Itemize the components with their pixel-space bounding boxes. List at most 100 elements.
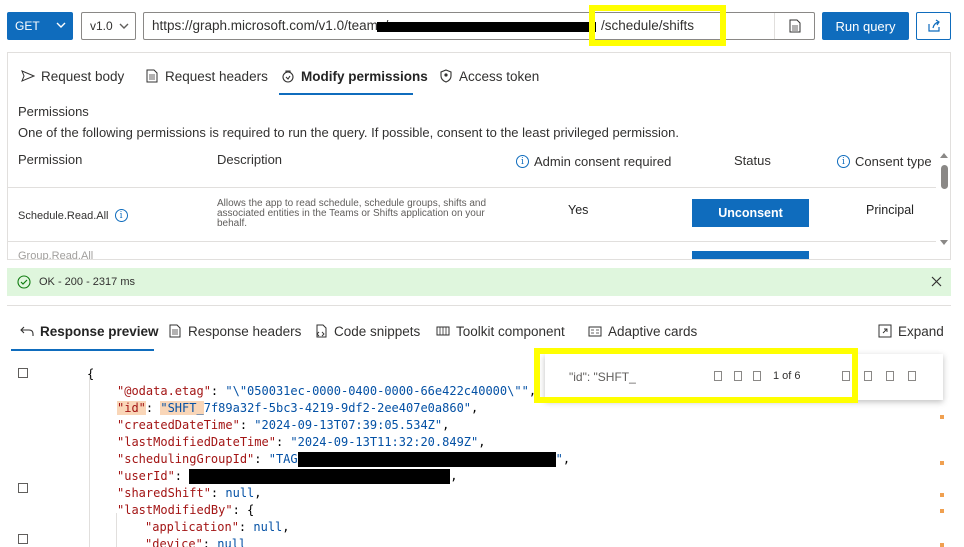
permission-description: Allows the app to read schedule, schedul… <box>217 198 487 229</box>
lock-shield-icon <box>282 70 294 83</box>
version-dropdown[interactable]: v1.0 <box>81 12 136 40</box>
code-line: "device": null <box>145 536 246 547</box>
code-line: { <box>87 366 94 383</box>
tab-response-headers[interactable]: Response headers <box>168 320 301 342</box>
code-line: "id": "SHFT_7f89a32f-5bc3-4219-9df2-2ee4… <box>117 401 479 415</box>
json-key: "createdDateTime" <box>117 418 240 432</box>
minimap-marker <box>940 415 944 419</box>
share-button[interactable] <box>916 12 951 40</box>
run-query-button[interactable]: Run query <box>822 12 909 40</box>
expand-icon <box>878 324 892 338</box>
code-line: "@odata.etag": "\"050031ec-0000-0400-000… <box>117 384 537 398</box>
header-label: Admin consent required <box>534 154 672 169</box>
expand-button[interactable]: Expand <box>878 320 944 342</box>
tab-modify-permissions[interactable]: Modify permissions <box>281 65 428 87</box>
tab-request-body[interactable]: Request body <box>21 65 124 87</box>
tab-label: Code snippets <box>334 323 421 339</box>
next-match-button[interactable] <box>864 371 872 381</box>
redaction-bar <box>189 469 451 484</box>
http-method-label: GET <box>15 19 40 33</box>
column-header-consent-type: i Consent type <box>837 154 932 169</box>
document-icon[interactable] <box>774 13 814 39</box>
success-check-icon <box>17 275 31 289</box>
permissions-title: Permissions <box>18 104 89 119</box>
chevron-down-icon <box>56 22 66 28</box>
scroll-down-arrow[interactable] <box>940 240 948 245</box>
tab-access-token[interactable]: Access token <box>439 65 539 87</box>
tab-request-headers[interactable]: Request headers <box>145 65 268 87</box>
fold-toggle[interactable] <box>18 483 28 493</box>
permissions-description: One of the following permissions is requ… <box>18 125 679 140</box>
chevron-down-icon <box>119 23 129 29</box>
header-label: Consent type <box>855 154 932 169</box>
share-icon <box>927 19 940 32</box>
query-bar: GET v1.0 https://graph.microsoft.com/v1.… <box>0 0 964 50</box>
tab-response-preview[interactable]: Response preview <box>20 320 159 342</box>
url-redaction <box>377 22 596 32</box>
tab-code-snippets[interactable]: Code snippets <box>314 320 420 342</box>
json-key: "@odata.etag" <box>117 384 211 398</box>
admin-consent-value: Yes <box>568 203 589 217</box>
code-line: "lastModifiedDateTime": "2024-09-13T11:3… <box>117 435 486 449</box>
row-divider <box>8 241 936 242</box>
permission-label: Schedule.Read.All <box>18 209 109 222</box>
json-value: "TAG <box>268 452 298 466</box>
shield-icon <box>440 69 452 83</box>
fold-toggle[interactable] <box>18 534 28 544</box>
find-in-selection-toggle[interactable] <box>886 371 894 381</box>
json-key: "application" <box>145 520 239 534</box>
code-line: "userId": , <box>117 469 458 484</box>
tab-toolkit-component[interactable]: Toolkit component <box>436 320 565 342</box>
send-icon <box>21 70 35 82</box>
fold-toggle[interactable] <box>18 368 28 378</box>
http-method-dropdown[interactable]: GET <box>7 12 73 40</box>
info-icon[interactable]: i <box>837 155 850 168</box>
info-icon[interactable]: i <box>114 209 128 222</box>
scrollbar-thumb[interactable] <box>941 165 948 189</box>
unconsent-button[interactable]: Unconsent <box>692 199 809 227</box>
code-line: "createdDateTime": "2024-09-13T07:39:05.… <box>117 418 450 432</box>
header-label: Description <box>217 152 283 167</box>
minimap-marker <box>940 509 944 513</box>
json-value: "\"050031ec-0000-0400-0000-66e422c40000\… <box>225 384 529 398</box>
tab-label: Adaptive cards <box>608 323 698 339</box>
request-panel: Request body Request headers Modify perm… <box>7 52 951 260</box>
close-find-button[interactable] <box>908 371 916 381</box>
url-prefix: https://graph.microsoft.com/v1.0/teams/ <box>152 18 389 33</box>
document-icon <box>169 324 181 338</box>
permission-name: Group.Read.All <box>18 250 94 260</box>
status-text: OK - 200 - 2317 ms <box>39 276 135 288</box>
code-file-icon <box>316 324 327 338</box>
json-key: "lastModifiedDateTime" <box>117 435 276 449</box>
json-key: "lastModifiedBy" <box>117 503 233 517</box>
consent-type-value: Principal <box>866 203 914 217</box>
minimap-marker <box>940 461 944 465</box>
permission-name: Schedule.Read.All i <box>18 209 128 222</box>
json-value-highlight: "SHFT_ <box>160 401 204 415</box>
undo-arrow-icon <box>20 326 34 336</box>
json-value: "2024-09-13T11:32:20.849Z" <box>290 435 479 449</box>
redaction-bar <box>297 452 556 467</box>
url-highlight-box <box>589 5 726 46</box>
scroll-up-arrow[interactable] <box>940 153 948 158</box>
active-tab-indicator <box>11 349 154 351</box>
header-label: Permission <box>18 152 83 167</box>
code-line: "application": null, <box>145 520 290 534</box>
json-key: "userId" <box>117 469 175 483</box>
json-value: null <box>253 520 283 534</box>
column-header-permission: Permission <box>18 152 82 167</box>
json-value: 7f89a32f-5bc3-4219-9df2-2ee407e0a860" <box>203 401 472 415</box>
card-icon <box>588 326 602 337</box>
tab-label: Request body <box>41 68 125 84</box>
expand-label: Expand <box>898 323 944 339</box>
response-panel: Response preview Response headers Code s… <box>7 305 951 547</box>
document-icon <box>146 69 158 83</box>
tab-adaptive-cards[interactable]: Adaptive cards <box>588 320 697 342</box>
active-tab-indicator <box>279 93 413 95</box>
info-icon[interactable]: i <box>516 155 529 168</box>
code-line: "lastModifiedBy": { <box>117 503 255 517</box>
consent-button-partial[interactable] <box>692 251 809 259</box>
json-value: "2024-09-13T07:39:05.534Z" <box>254 418 443 432</box>
close-icon[interactable] <box>930 275 943 288</box>
tab-label: Modify permissions <box>301 68 428 84</box>
